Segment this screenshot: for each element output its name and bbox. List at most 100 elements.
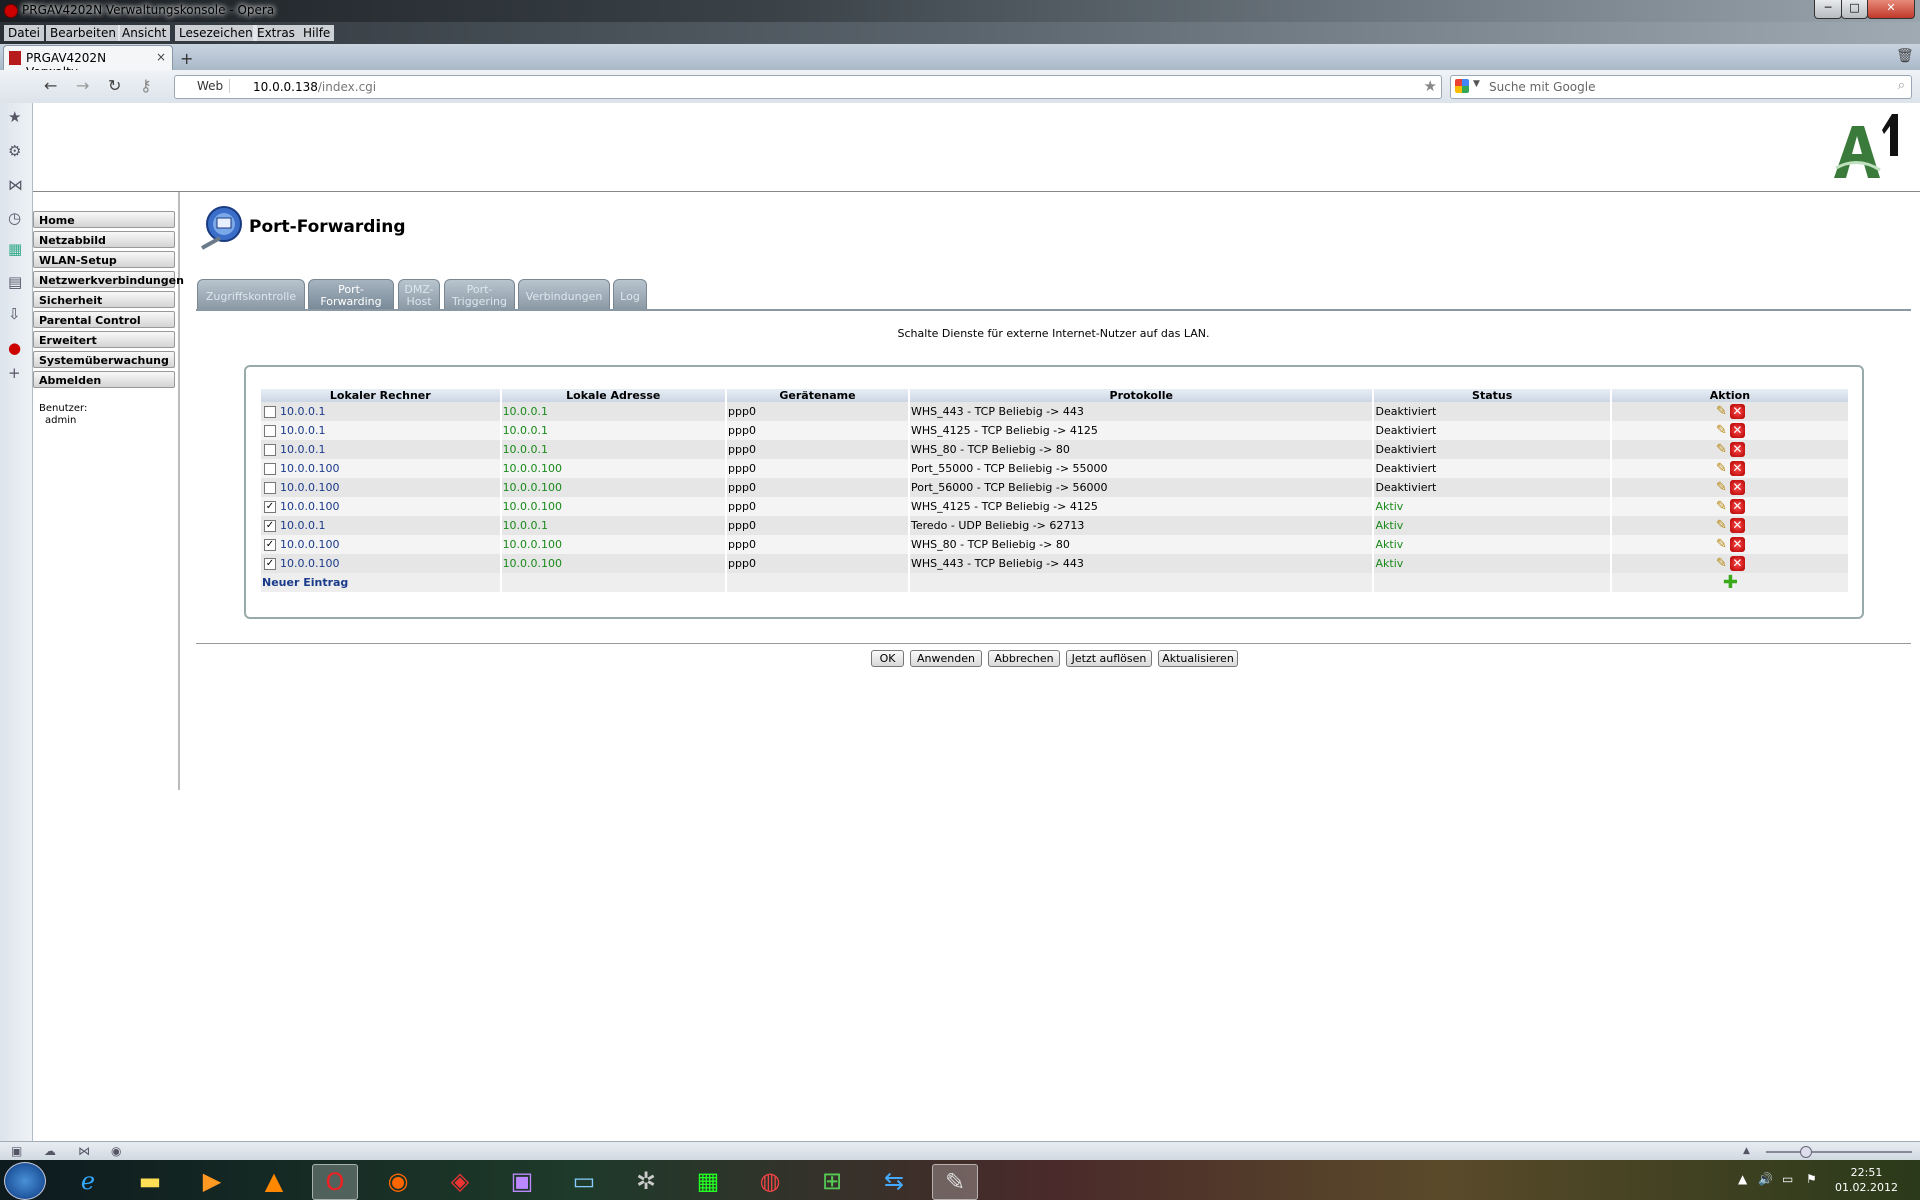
app-taskbar-icon[interactable]: ◍ [748,1164,792,1198]
google-icon[interactable] [1455,79,1469,93]
download-icon[interactable]: ⇩ [8,305,21,323]
notes-icon[interactable]: ▤ [8,273,22,291]
web-mode-label[interactable]: Web [179,79,231,93]
rechner-link[interactable]: 10.0.0.100 [280,500,339,513]
close-tab-icon[interactable]: × [156,50,166,64]
nav-parental-control[interactable]: Parental Control [33,311,175,328]
nav-netzwerkverbindungen[interactable]: Netzwerkverbindungen [33,271,184,288]
volume-icon[interactable]: 🔊 [1758,1172,1773,1186]
rechner-link[interactable]: 10.0.0.100 [280,538,339,551]
delete-icon[interactable]: ✕ [1729,480,1745,496]
pencil-icon[interactable]: ✎ [1716,423,1727,438]
pencil-icon[interactable]: ✎ [1716,518,1727,533]
menu-bearbeiten[interactable]: Bearbeiten [46,25,120,41]
nav-netzabbild[interactable]: Netzabbild [33,231,175,248]
delete-icon[interactable]: ✕ [1729,537,1745,553]
rechner-link[interactable]: 10.0.0.1 [280,443,325,456]
pencil-icon[interactable]: ✎ [1716,461,1727,476]
row-enable-checkbox[interactable]: ✓ [264,501,276,513]
resolve-now-button[interactable]: Jetzt auflösen [1066,650,1152,667]
history-icon[interactable]: ◷ [8,209,21,227]
address-field[interactable]: Web 10.0.0.138/index.cgi ★ [174,75,1442,99]
action-center-flag-icon[interactable]: ⚑ [1806,1172,1817,1186]
menu-extras[interactable]: Extras [253,25,299,41]
rechner-link[interactable]: 10.0.0.1 [280,424,325,437]
firefox-icon[interactable]: ◉ [376,1164,420,1198]
row-enable-checkbox[interactable]: ✓ [264,558,276,570]
share-icon[interactable]: ⋈ [8,176,23,194]
add-icon[interactable]: ✚ [1723,573,1738,591]
minimize-button[interactable]: ─ [1814,0,1842,19]
bookmark-star-icon[interactable]: ★ [1424,77,1437,95]
forward-icon[interactable]: → [76,76,89,95]
browser-tab[interactable]: PRGAV4202N Verwaltu... × [3,45,173,79]
menu-lesezeichen[interactable]: Lesezeichen [175,25,257,41]
windows-flag-icon[interactable]: ⊞ [810,1164,854,1198]
pencil-icon[interactable]: ✎ [1716,556,1727,571]
zoom-slider-handle[interactable] [1800,1146,1812,1158]
reload-icon[interactable]: ↻ [108,76,121,95]
teamviewer-icon[interactable]: ⇆ [872,1164,916,1198]
rechner-link[interactable]: 10.0.0.1 [280,405,325,418]
rechner-link[interactable]: 10.0.0.100 [280,462,339,475]
panel-toggle-icon[interactable]: ▣ [11,1144,22,1158]
delete-icon[interactable]: ✕ [1729,461,1745,477]
pencil-icon[interactable]: ✎ [1716,537,1727,552]
row-enable-checkbox[interactable] [264,444,276,456]
pencil-icon[interactable]: ✎ [1716,499,1727,514]
ok-button[interactable]: OK [871,650,904,667]
nav-home[interactable]: Home [33,211,175,228]
new-entry-link[interactable]: Neuer Eintrag [262,576,348,589]
rechner-link[interactable]: 10.0.0.100 [280,481,339,494]
menu-hilfe[interactable]: Hilfe [299,25,335,41]
nav-abmelden[interactable]: Abmelden [33,371,175,388]
speed-dial-icon[interactable]: ◉ [111,1144,121,1158]
zoom-slider[interactable] [1766,1151,1912,1153]
row-enable-checkbox[interactable]: ✓ [264,539,276,551]
tab-port-forwarding[interactable]: Port- Forwarding [308,279,394,309]
menu-datei[interactable]: Datei [4,25,45,41]
trash-icon[interactable]: 🗑 [1896,48,1914,64]
chevron-down-icon[interactable]: ▼ [1473,79,1480,89]
delete-icon[interactable]: ✕ [1729,423,1745,439]
delete-icon[interactable]: ✕ [1729,556,1745,572]
media-player-icon[interactable]: ▶ [190,1164,234,1198]
rechner-link[interactable]: 10.0.0.1 [280,519,325,532]
new-tab-button[interactable]: + [180,49,193,68]
widgets-icon[interactable]: ▦ [8,240,22,258]
network-icon[interactable]: ▭ [1782,1172,1793,1186]
pencil-icon[interactable]: ✎ [1716,404,1727,419]
paint-icon[interactable]: ✎ [932,1164,978,1200]
nav-erweitert[interactable]: Erweitert [33,331,175,348]
cancel-button[interactable]: Abbrechen [988,650,1060,667]
opera-taskbar-icon[interactable]: O [312,1164,358,1200]
delete-icon[interactable]: ✕ [1729,442,1745,458]
app-taskbar-icon[interactable]: ◈ [438,1164,482,1198]
back-icon[interactable]: ← [44,76,57,95]
delete-icon[interactable]: ✕ [1729,518,1745,534]
tab-log[interactable]: Log [613,279,647,309]
start-button[interactable] [4,1162,46,1200]
row-enable-checkbox[interactable] [264,482,276,494]
key-icon[interactable]: ⚷ [140,76,152,95]
add-panel-icon[interactable]: + [8,364,21,382]
vlc-icon[interactable]: ▲ [252,1164,296,1198]
rechner-link[interactable]: 10.0.0.100 [280,557,339,570]
gear-icon[interactable]: ⚙ [8,142,21,160]
tab-port-triggering[interactable]: Port- Triggering [444,279,515,309]
row-enable-checkbox[interactable]: ✓ [264,520,276,532]
pencil-icon[interactable]: ✎ [1716,442,1727,457]
turbo-icon[interactable]: ☁ [44,1144,56,1158]
row-enable-checkbox[interactable] [264,463,276,475]
app-taskbar-icon[interactable]: ▦ [686,1164,730,1198]
taskbar-clock[interactable]: 22:51 01.02.2012 [1835,1165,1898,1195]
delete-icon[interactable]: ✕ [1729,499,1745,515]
search-icon[interactable]: ⌕ [1898,78,1905,93]
row-enable-checkbox[interactable] [264,406,276,418]
maximize-button[interactable]: □ [1841,0,1868,19]
search-field[interactable]: ▼ Suche mit Google ⌕ [1450,75,1912,99]
opera-unite-icon[interactable]: ● [8,339,21,357]
apply-button[interactable]: Anwenden [910,650,982,667]
show-hidden-icons-icon[interactable]: ▲ [1738,1172,1747,1186]
pencil-icon[interactable]: ✎ [1716,480,1727,495]
